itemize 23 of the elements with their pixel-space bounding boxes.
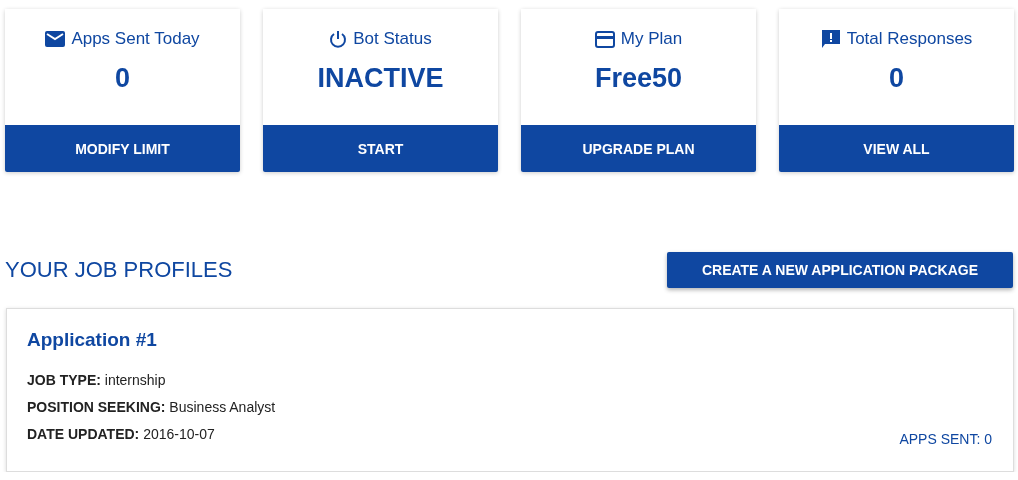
profile-title: Application #1 — [27, 329, 158, 351]
stat-title: Bot Status — [353, 29, 432, 49]
stat-title: Total Responses — [846, 29, 973, 49]
stat-value: INACTIVE — [317, 63, 444, 94]
feedback-icon — [820, 29, 841, 49]
profile-detail: JOB TYPE: internship — [27, 371, 166, 390]
action-button[interactable]: MODIFY LIMIT — [5, 125, 240, 172]
power-icon — [329, 29, 348, 49]
credit-card-icon — [594, 30, 615, 48]
stat-value: 0 — [115, 63, 130, 94]
profile-detail: DATE UPDATED: 2016-10-07 — [27, 425, 215, 444]
profile-detail: POSITION SEEKING: Business Analyst — [27, 398, 276, 417]
action-button[interactable]: VIEW ALL — [779, 125, 1014, 172]
action-button[interactable]: UPGRADE PLAN — [521, 125, 756, 172]
stat-value: 0 — [889, 63, 904, 94]
section-title: YOUR JOB PROFILES — [5, 257, 233, 283]
stat-title: My Plan — [620, 29, 683, 49]
stat-value: Free50 — [594, 63, 683, 94]
create-package-button[interactable]: CREATE A NEW APPLICATION PACKAGE — [667, 252, 1013, 288]
stat-title: Apps Sent Today — [71, 29, 200, 49]
action-button[interactable]: START — [263, 125, 498, 172]
mail-icon — [45, 31, 66, 47]
apps-sent-count: APPS SENT: 0 — [899, 431, 992, 447]
